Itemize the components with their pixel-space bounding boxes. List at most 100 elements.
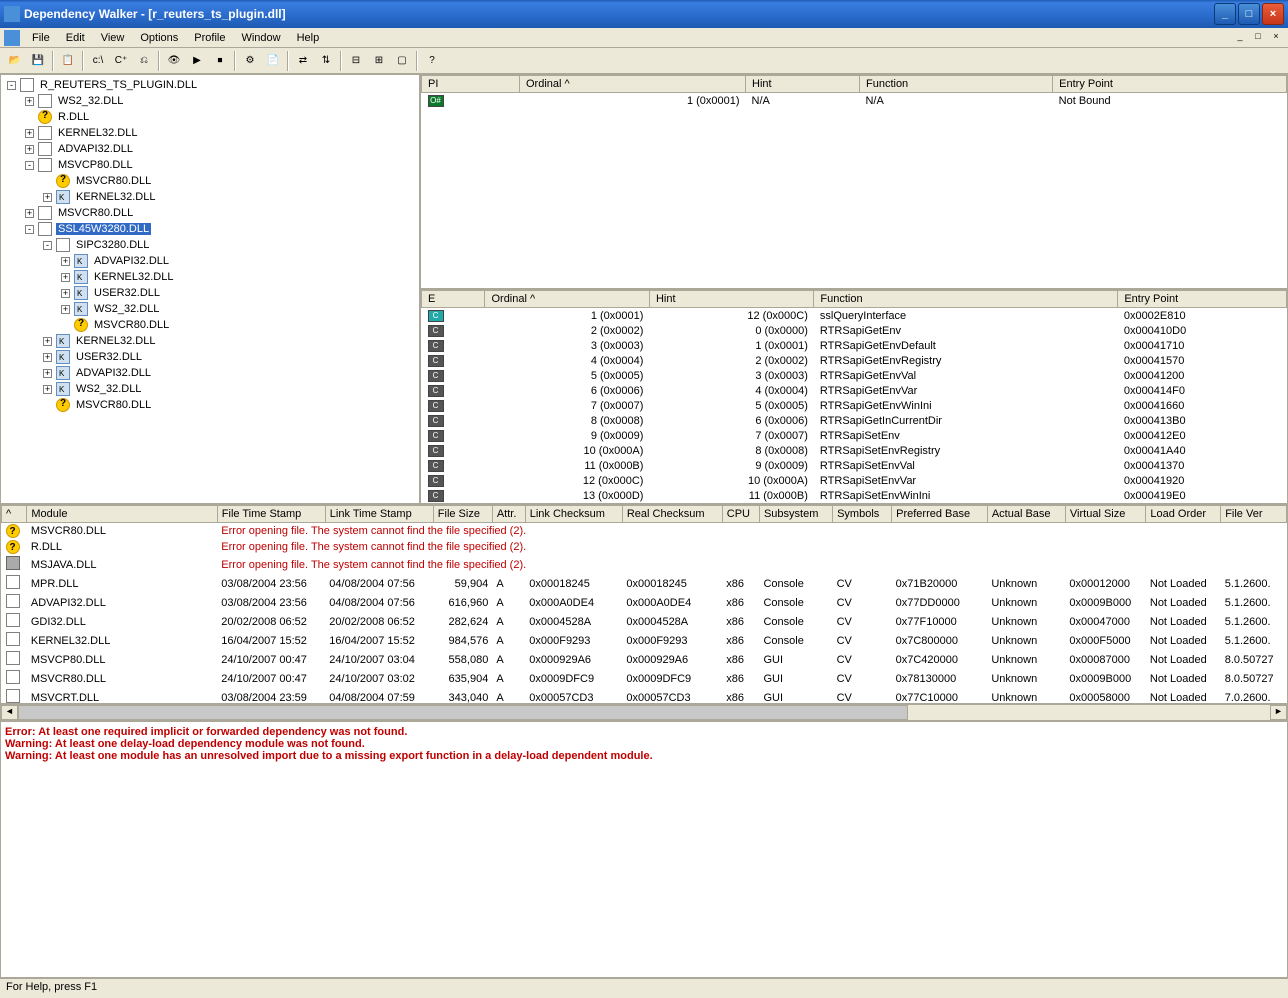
module-row[interactable]: MSVCR80.DLL24/10/2007 00:4724/10/2007 03… [2, 669, 1287, 688]
tree-expander[interactable]: - [43, 241, 52, 250]
column-header[interactable]: Subsystem [759, 506, 832, 523]
syspath-icon[interactable]: ⚙ [239, 50, 261, 72]
menu-options[interactable]: Options [132, 30, 186, 46]
export-row[interactable]: C10 (0x000A)8 (0x0008)RTRSapiSetEnvRegis… [422, 443, 1287, 458]
tree-expander[interactable]: + [43, 369, 52, 378]
tree-node[interactable]: +KERNEL32.DLL [3, 125, 417, 141]
prev-icon[interactable]: ⇅ [315, 50, 337, 72]
close-button[interactable]: × [1262, 3, 1284, 25]
tree-node[interactable]: +ADVAPI32.DLL [3, 365, 417, 381]
column-header[interactable]: Ordinal ^ [519, 76, 745, 93]
profile-icon[interactable]: ▶ [186, 50, 208, 72]
tree-expander[interactable]: + [61, 305, 70, 314]
mdi-restore-button[interactable]: □ [1250, 31, 1266, 45]
imports-grid[interactable]: PIOrdinal ^HintFunctionEntry PointO#1 (0… [420, 74, 1288, 289]
scroll-left-button[interactable]: ◄ [1, 705, 18, 720]
tree-node[interactable]: +KERNEL32.DLL [3, 269, 417, 285]
menu-help[interactable]: Help [289, 30, 328, 46]
tree-node[interactable]: +MSVCR80.DLL [3, 205, 417, 221]
tree-node[interactable]: +WS2_32.DLL [3, 93, 417, 109]
column-header[interactable]: Actual Base [987, 506, 1065, 523]
module-row[interactable]: MPR.DLL03/08/2004 23:5604/08/2004 07:565… [2, 574, 1287, 593]
tree-node[interactable]: MSVCR80.DLL [3, 317, 417, 333]
tree-expander[interactable]: + [43, 337, 52, 346]
column-header[interactable]: Symbols [833, 506, 892, 523]
tree-expander[interactable]: - [7, 81, 16, 90]
tree-expander[interactable]: + [25, 97, 34, 106]
mdi-minimize-button[interactable]: _ [1232, 31, 1248, 45]
tree-expander[interactable]: + [43, 193, 52, 202]
hscrollbar[interactable]: ◄ ► [0, 704, 1288, 721]
export-row[interactable]: C7 (0x0007)5 (0x0005)RTRSapiGetEnvWinIni… [422, 398, 1287, 413]
copy-icon[interactable]: 📋 [57, 50, 79, 72]
tree-node[interactable]: +USER32.DLL [3, 285, 417, 301]
menu-window[interactable]: Window [233, 30, 288, 46]
module-row[interactable]: ADVAPI32.DLL03/08/2004 23:5604/08/2004 0… [2, 593, 1287, 612]
column-header[interactable]: Ordinal ^ [485, 291, 649, 308]
undecorate-icon[interactable]: ⎌ [133, 50, 155, 72]
tree-node[interactable]: +KERNEL32.DLL [3, 189, 417, 205]
export-row[interactable]: C13 (0x000D)11 (0x000B)RTRSapiSetEnvWinI… [422, 488, 1287, 503]
column-header[interactable]: File Ver [1221, 506, 1287, 523]
column-header[interactable]: CPU [722, 506, 759, 523]
tree-expander[interactable]: + [43, 385, 52, 394]
menu-view[interactable]: View [93, 30, 133, 46]
fill-icon[interactable]: ▢ [391, 50, 413, 72]
export-row[interactable]: C11 (0x000B)9 (0x0009)RTRSapiSetEnvVal0x… [422, 458, 1287, 473]
column-header[interactable]: Hint [746, 76, 860, 93]
module-tree[interactable]: -R_REUTERS_TS_PLUGIN.DLL+WS2_32.DLLR.DLL… [0, 74, 420, 504]
column-header[interactable]: File Time Stamp [217, 506, 325, 523]
minimize-button[interactable]: _ [1214, 3, 1236, 25]
export-row[interactable]: C1 (0x0001)12 (0x000C)sslQueryInterface0… [422, 308, 1287, 324]
locate-icon[interactable]: 👁 [163, 50, 185, 72]
next-icon[interactable]: ⇄ [292, 50, 314, 72]
column-header[interactable]: E [422, 291, 485, 308]
import-row[interactable]: O#1 (0x0001)N/AN/ANot Bound [422, 93, 1287, 109]
module-row[interactable]: KERNEL32.DLL16/04/2007 15:5216/04/2007 1… [2, 631, 1287, 650]
column-header[interactable]: PI [422, 76, 520, 93]
save-icon[interactable]: 💾 [27, 50, 49, 72]
tree-node[interactable]: +ADVAPI32.DLL [3, 141, 417, 157]
module-row[interactable]: MSVCRT.DLL03/08/2004 23:5904/08/2004 07:… [2, 688, 1287, 704]
column-header[interactable]: ^ [2, 506, 27, 523]
tree-node[interactable]: R.DLL [3, 109, 417, 125]
tree-expander[interactable]: + [61, 257, 70, 266]
tree-node[interactable]: +ADVAPI32.DLL [3, 253, 417, 269]
module-row[interactable]: GDI32.DLL20/02/2008 06:5220/02/2008 06:5… [2, 612, 1287, 631]
tree-expander[interactable]: + [43, 353, 52, 362]
fullpath-icon[interactable]: C⁺ [110, 50, 132, 72]
help-icon[interactable]: ? [421, 50, 443, 72]
column-header[interactable]: Module [27, 506, 217, 523]
module-row[interactable]: MSVCR80.DLLError opening file. The syste… [2, 523, 1287, 540]
tree-node[interactable]: +USER32.DLL [3, 349, 417, 365]
export-row[interactable]: C3 (0x0003)1 (0x0001)RTRSapiGetEnvDefaul… [422, 338, 1287, 353]
column-header[interactable]: Hint [649, 291, 813, 308]
expand-icon[interactable]: ⊞ [368, 50, 390, 72]
tree-node[interactable]: -SIPC3280.DLL [3, 237, 417, 253]
column-header[interactable]: Real Checksum [622, 506, 722, 523]
column-header[interactable]: Attr. [492, 506, 525, 523]
tree-node[interactable]: MSVCR80.DLL [3, 397, 417, 413]
tree-node[interactable]: MSVCR80.DLL [3, 173, 417, 189]
tree-node[interactable]: -MSVCP80.DLL [3, 157, 417, 173]
stop-icon[interactable]: ⏹ [209, 50, 231, 72]
tree-expander[interactable]: + [25, 129, 34, 138]
exports-grid[interactable]: EOrdinal ^HintFunctionEntry PointC1 (0x0… [420, 289, 1288, 504]
autosize-icon[interactable]: c:\ [87, 50, 109, 72]
module-row[interactable]: MSJAVA.DLLError opening file. The system… [2, 555, 1287, 574]
column-header[interactable]: Link Checksum [525, 506, 622, 523]
export-row[interactable]: C8 (0x0008)6 (0x0006)RTRSapiGetInCurrent… [422, 413, 1287, 428]
column-header[interactable]: Function [814, 291, 1118, 308]
column-header[interactable]: Function [859, 76, 1052, 93]
export-row[interactable]: C12 (0x000C)10 (0x000A)RTRSapiSetEnvVar0… [422, 473, 1287, 488]
mdi-close-button[interactable]: × [1268, 31, 1284, 45]
open-icon[interactable]: 📂 [4, 50, 26, 72]
menu-edit[interactable]: Edit [58, 30, 93, 46]
column-header[interactable]: Entry Point [1053, 76, 1287, 93]
shrink-icon[interactable]: ⊟ [345, 50, 367, 72]
tree-expander[interactable]: + [25, 145, 34, 154]
export-row[interactable]: C6 (0x0006)4 (0x0004)RTRSapiGetEnvVar0x0… [422, 383, 1287, 398]
module-row[interactable]: MSVCP80.DLL24/10/2007 00:4724/10/2007 03… [2, 650, 1287, 669]
column-header[interactable]: File Size [433, 506, 492, 523]
tree-node[interactable]: -SSL45W3280.DLL [3, 221, 417, 237]
